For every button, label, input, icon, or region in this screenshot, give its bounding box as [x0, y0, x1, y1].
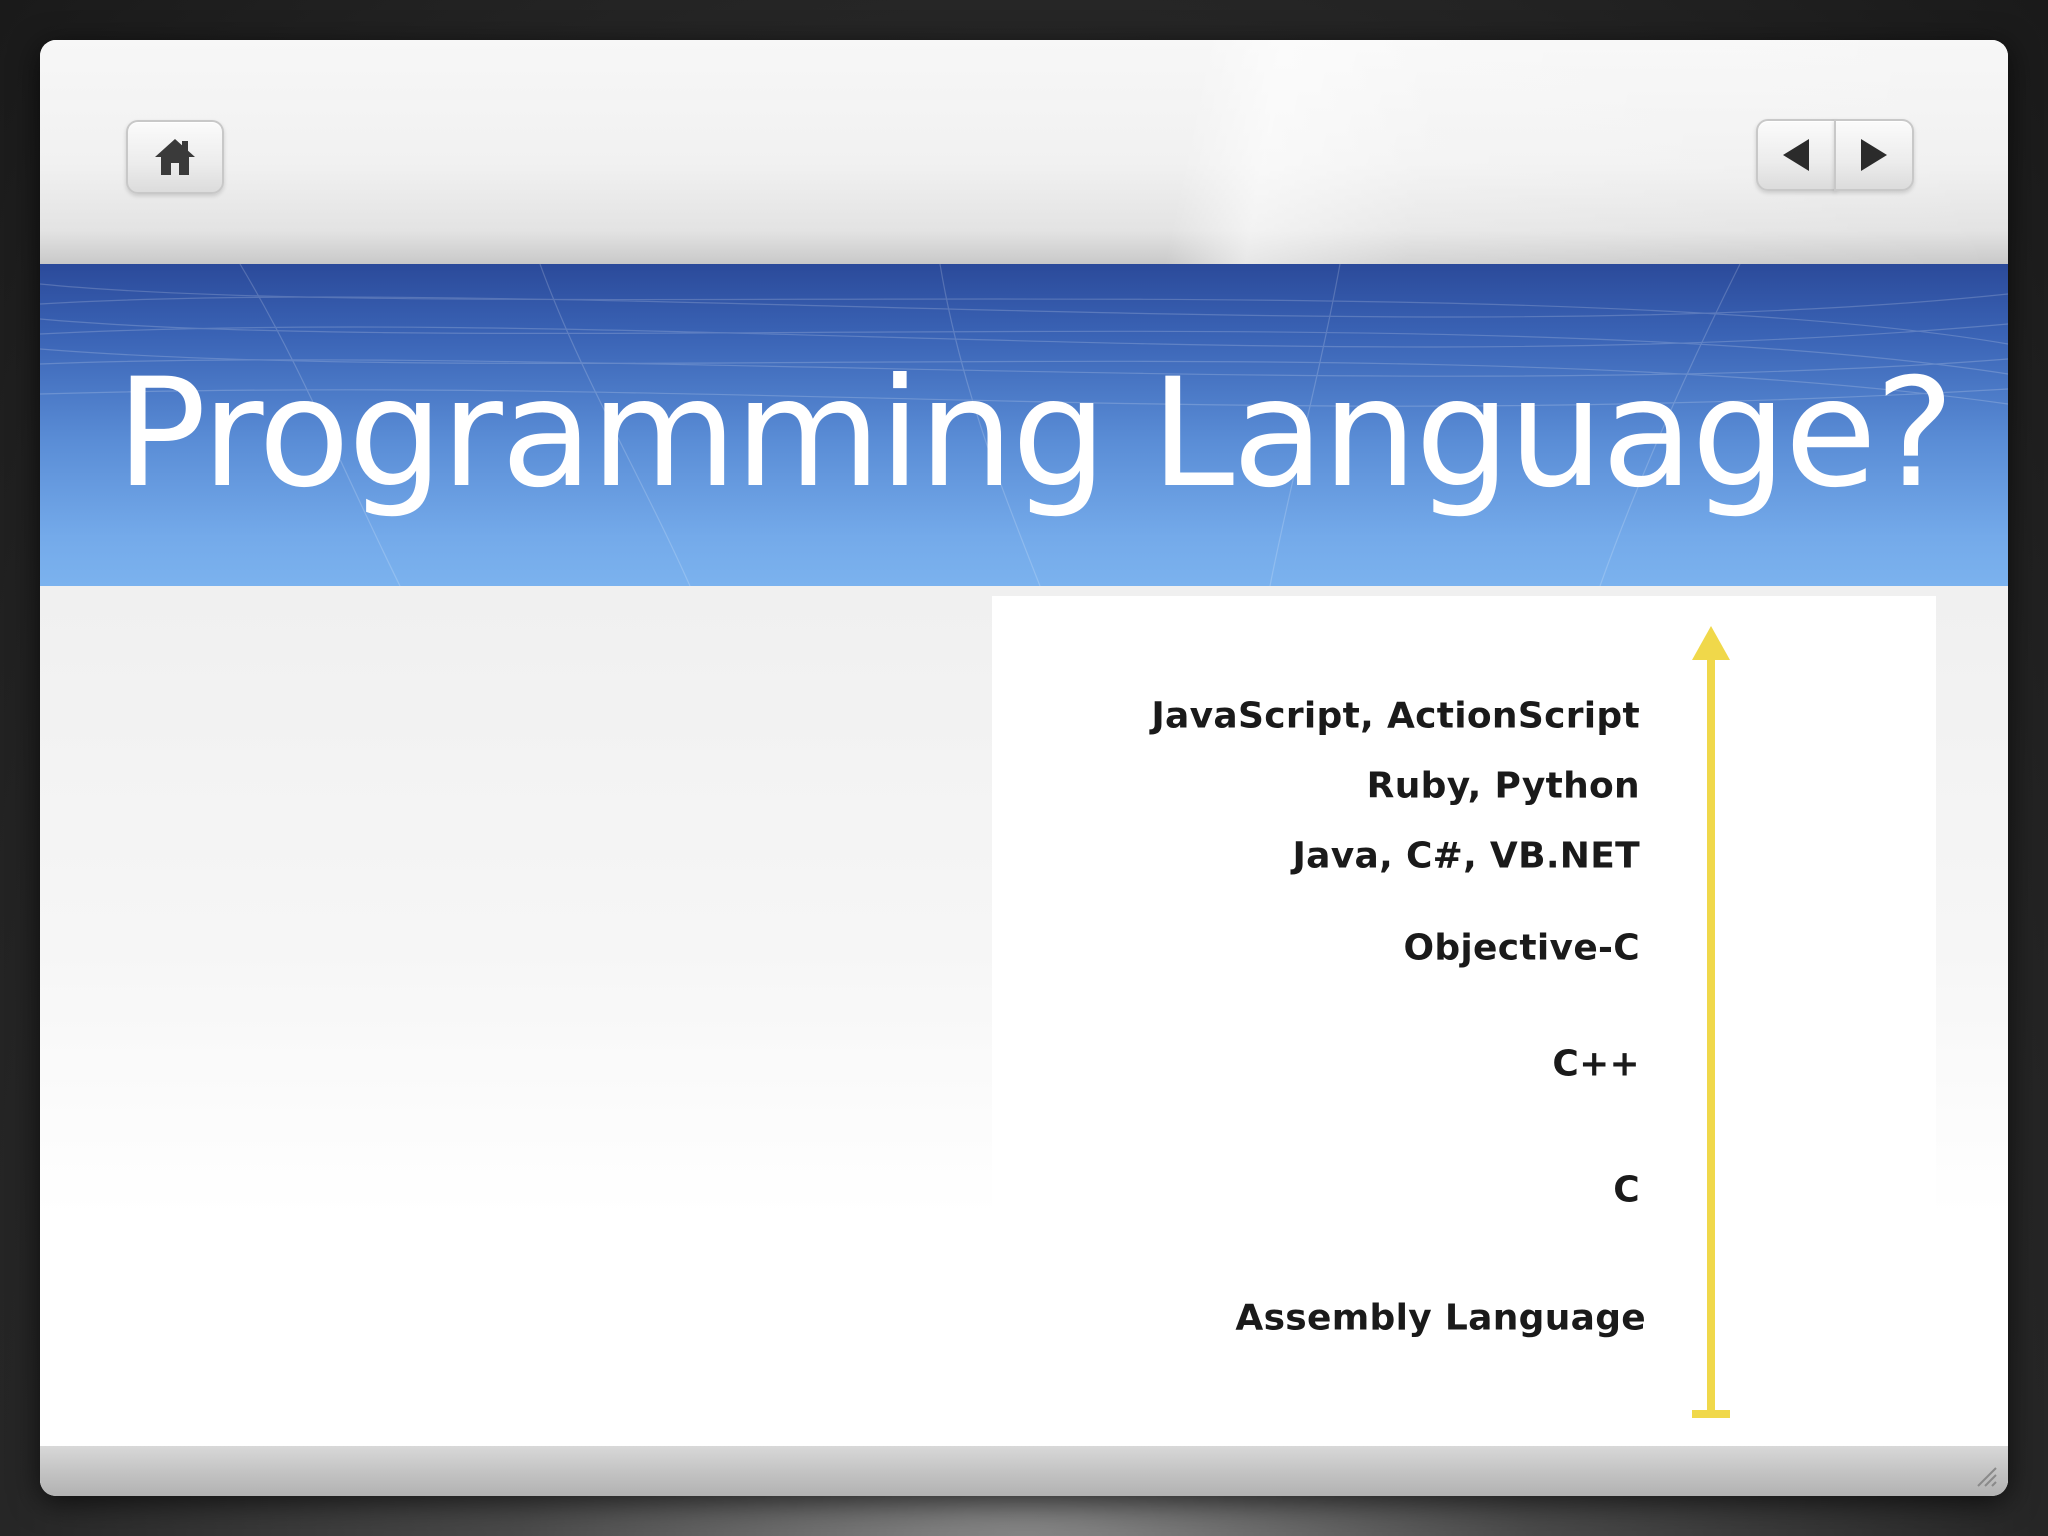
language-label: JavaScript, ActionScript: [1151, 695, 1640, 737]
language-label: Ruby, Python: [1366, 765, 1640, 807]
language-hierarchy-diagram: JavaScript, ActionScript Ruby, Python Ja…: [992, 596, 1936, 1450]
status-bar: [40, 1446, 2008, 1496]
next-slide-button[interactable]: [1834, 119, 1914, 191]
presentation-window: Programming Language? JavaScript, Action…: [40, 40, 2008, 1496]
home-icon: [155, 139, 195, 175]
triangle-left-icon: [1783, 139, 1809, 171]
slide-title: Programming Language?: [116, 347, 1955, 521]
previous-slide-button[interactable]: [1756, 119, 1836, 191]
language-label: Java, C#, VB.NET: [1292, 835, 1640, 877]
language-label: C++: [1552, 1043, 1640, 1085]
arrow-base: [1692, 1410, 1730, 1418]
resize-grip-icon[interactable]: [1972, 1462, 1998, 1488]
slide-content: JavaScript, ActionScript Ruby, Python Ja…: [40, 586, 2008, 1486]
slide-navigation: [1756, 119, 1914, 191]
triangle-right-icon: [1861, 139, 1887, 171]
language-label: C: [1613, 1169, 1640, 1211]
language-label: Objective-C: [1403, 927, 1640, 969]
home-button[interactable]: [126, 120, 224, 194]
level-arrow: [1707, 656, 1715, 1416]
toolbar: [40, 40, 2008, 264]
title-band: Programming Language?: [40, 264, 2008, 586]
language-label: Assembly Language: [1235, 1297, 1646, 1339]
arrow-head: [1692, 626, 1730, 660]
